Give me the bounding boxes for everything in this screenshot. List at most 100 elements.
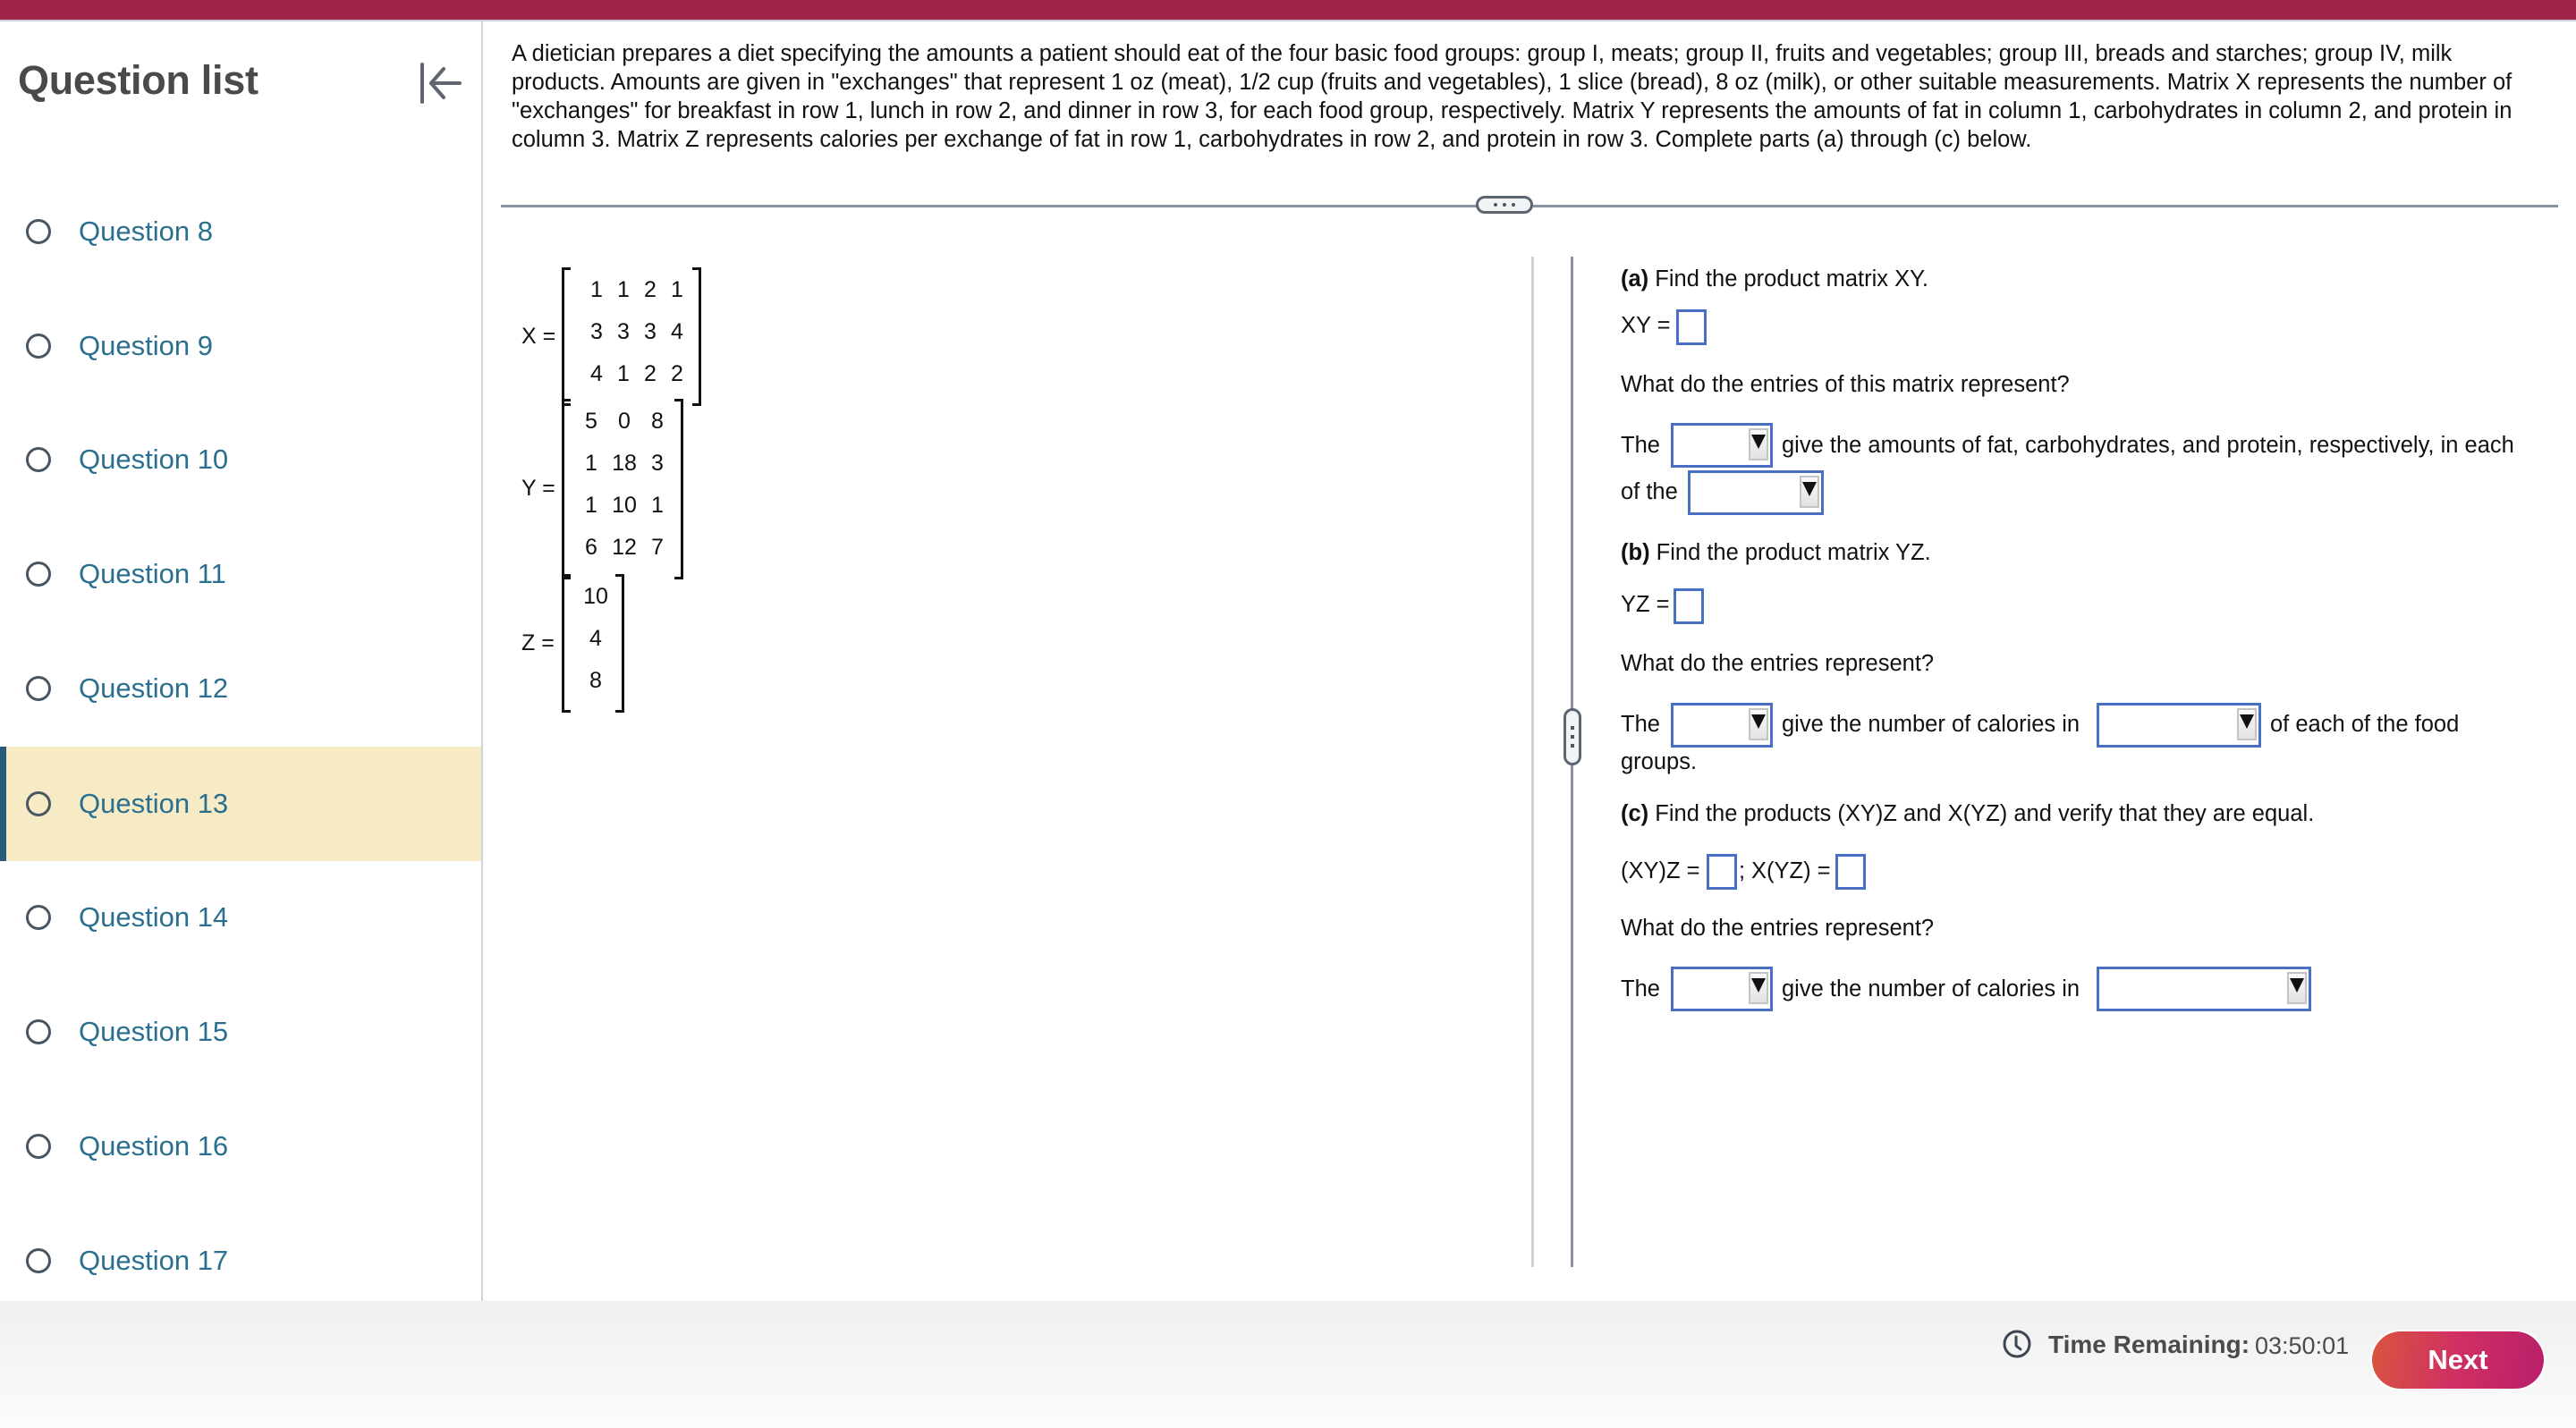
bracket-corner xyxy=(562,267,571,270)
xy-answer-input[interactable] xyxy=(1676,309,1707,345)
sidebar-item-question-8[interactable]: Question 8 xyxy=(0,174,481,289)
matrix-cell: 3 xyxy=(651,451,664,476)
grip-dot-icon xyxy=(1571,744,1574,748)
matrix-cell: 0 xyxy=(618,409,631,434)
collapse-left-icon xyxy=(420,63,462,104)
matrix-cell: 5 xyxy=(585,409,597,434)
bracket-corner xyxy=(615,710,624,713)
matrix-cell: 4 xyxy=(671,319,683,344)
sidebar-item-label: Question 14 xyxy=(79,901,229,933)
status-circle-icon xyxy=(26,905,51,930)
matrix-cell: 1 xyxy=(651,493,664,518)
top-bar xyxy=(0,0,2576,20)
sidebar-item-question-14[interactable]: Question 14 xyxy=(0,860,481,975)
part-b-prompt-text: Find the product matrix YZ. xyxy=(1656,540,1931,565)
matrix-x-label: X = xyxy=(521,323,556,349)
sidebar-item-label: Question 11 xyxy=(79,558,226,589)
sidebar-item-question-15[interactable]: Question 15 xyxy=(0,975,481,1089)
status-circle-icon xyxy=(26,1019,51,1044)
sidebar-item-question-10[interactable]: Question 10 xyxy=(0,402,481,517)
sidebar-item-question-12[interactable]: Question 12 xyxy=(0,631,481,746)
status-circle-icon xyxy=(26,1248,51,1273)
part-a-dropdown-2[interactable] xyxy=(1688,470,1824,515)
yz-answer-label: YZ = xyxy=(1621,592,1670,617)
matrix-cell: 18 xyxy=(612,451,637,476)
question-list-sidebar: Question list Question 8 Question 9 Ques… xyxy=(0,21,483,1301)
matrix-cell: 7 xyxy=(651,535,664,560)
grip-dot-icon xyxy=(1494,203,1497,207)
status-circle-icon xyxy=(26,219,51,244)
part-c-prompt-text: Find the products (XY)Z and X(YZ) and ve… xyxy=(1655,801,2315,826)
part-b-represent-question: What do the entries represent? xyxy=(1621,651,1935,676)
collapse-sidebar-button[interactable] xyxy=(417,59,465,107)
bracket-corner xyxy=(562,710,571,713)
matrix-z-label: Z = xyxy=(521,630,555,655)
matrix-cell: 8 xyxy=(589,668,602,693)
part-c-prompt: (c) Find the products (XY)Z and X(YZ) an… xyxy=(1621,801,2314,827)
next-button[interactable]: Next xyxy=(2372,1331,2544,1389)
part-b-tag: (b) xyxy=(1621,540,1650,565)
grip-dot-icon xyxy=(1571,735,1574,739)
dropdown-arrow-icon xyxy=(2287,972,2307,1004)
matrix-cell: 4 xyxy=(590,361,603,386)
part-b-the-label: The xyxy=(1621,712,1660,737)
part-b-dropdown-1[interactable] xyxy=(1671,703,1773,748)
part-a-sentence-middle: give the amounts of fat, carbohydrates, … xyxy=(1782,433,2514,458)
sidebar-item-label: Question 16 xyxy=(79,1130,229,1162)
xy-z-answer-input[interactable] xyxy=(1707,854,1737,890)
x-yz-answer-input[interactable] xyxy=(1835,854,1866,890)
left-pane-border xyxy=(1531,257,1534,1267)
clock-icon xyxy=(2003,1330,2031,1358)
sidebar-item-label: Question 15 xyxy=(79,1016,229,1047)
part-c-dropdown-1[interactable] xyxy=(1671,967,1773,1011)
part-c-tag: (c) xyxy=(1621,801,1649,826)
status-circle-icon xyxy=(26,676,51,701)
part-c-represent-question: What do the entries represent? xyxy=(1621,916,1935,941)
yz-answer-input[interactable] xyxy=(1674,588,1704,624)
sidebar-item-question-16[interactable]: Question 16 xyxy=(0,1089,481,1204)
matrix-cell: 1 xyxy=(590,277,603,302)
xyz-answer-label: (XY)Z = xyxy=(1621,858,1700,883)
part-b-dropdown-2[interactable] xyxy=(2097,703,2261,748)
dropdown-arrow-icon xyxy=(1800,476,1819,508)
part-a-dropdown-1[interactable] xyxy=(1671,423,1773,468)
matrix-cell: 1 xyxy=(671,277,683,302)
status-circle-icon xyxy=(26,791,51,816)
sidebar-item-question-13[interactable]: Question 13 xyxy=(0,747,481,861)
matrix-cell: 6 xyxy=(585,535,597,560)
matrix-cell: 4 xyxy=(589,626,602,651)
sidebar-item-label: Question 9 xyxy=(79,330,213,361)
part-b-prompt: (b) Find the product matrix YZ. xyxy=(1621,540,1931,566)
part-a-prompt-text: Find the product matrix XY. xyxy=(1655,266,1928,292)
status-circle-icon xyxy=(26,1134,51,1159)
status-circle-icon xyxy=(26,447,51,472)
answer-separator: ; xyxy=(1739,858,1746,883)
dropdown-arrow-icon xyxy=(1749,972,1768,1004)
matrix-cell: 1 xyxy=(617,361,630,386)
matrix-cell: 10 xyxy=(612,493,637,518)
part-c-the-label: The xyxy=(1621,976,1660,1001)
dropdown-arrow-icon xyxy=(2237,708,2257,740)
matrix-cell: 2 xyxy=(671,361,683,386)
matrix-cell: 2 xyxy=(644,361,657,386)
status-circle-icon xyxy=(26,562,51,587)
bracket-corner xyxy=(692,267,701,270)
x-yz-answer-label: X(YZ) = xyxy=(1751,858,1831,883)
bracket-corner xyxy=(615,574,624,577)
matrix-cell: 8 xyxy=(651,409,664,434)
part-a-the-label: The xyxy=(1621,433,1660,458)
part-c-dropdown-2[interactable] xyxy=(2097,967,2311,1011)
grip-dot-icon xyxy=(1512,203,1515,207)
bracket-corner xyxy=(562,399,571,401)
time-remaining-value: 03:50:01 xyxy=(2255,1332,2350,1359)
question-stem: A dietician prepares a diet specifying t… xyxy=(512,41,2512,152)
sidebar-item-question-11[interactable]: Question 11 xyxy=(0,517,481,631)
xy-answer-label: XY = xyxy=(1621,313,1671,338)
matrix-cell: 2 xyxy=(644,277,657,302)
vertical-splitter-handle[interactable] xyxy=(1563,708,1581,765)
sidebar-item-question-9[interactable]: Question 9 xyxy=(0,289,481,403)
matrix-cell: 3 xyxy=(644,319,657,344)
dropdown-arrow-icon xyxy=(1749,708,1768,740)
horizontal-splitter-handle[interactable] xyxy=(1476,196,1533,214)
sidebar-item-label: Question 10 xyxy=(79,444,229,475)
